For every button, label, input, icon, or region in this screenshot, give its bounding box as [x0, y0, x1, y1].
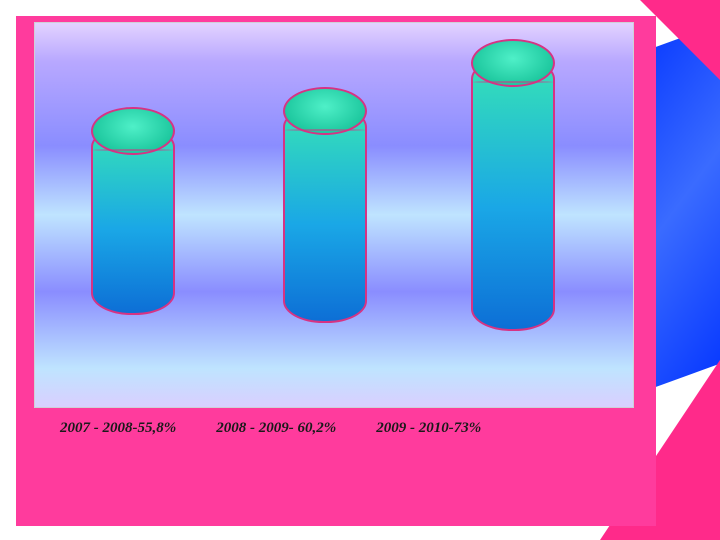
x-axis-labels: 2007 - 2008-55,8% 2008 - 2009- 60,2% 200… — [34, 414, 632, 442]
bar-cap-icon — [91, 107, 175, 155]
label-2009-2010: 2009 - 2010-73% — [376, 420, 481, 437]
content-panel: 2007 - 2008-55,8% 2008 - 2009- 60,2% 200… — [16, 16, 656, 526]
label-2008-2009: 2008 - 2009- 60,2% — [216, 420, 336, 437]
chart-area — [34, 22, 634, 408]
label-2007-2008: 2007 - 2008-55,8% — [60, 420, 176, 437]
bar-2007-2008 — [91, 125, 175, 315]
bar-2008-2009 — [283, 105, 367, 323]
slide-stage: 2007 - 2008-55,8% 2008 - 2009- 60,2% 200… — [0, 0, 720, 540]
bar-cap-icon — [471, 39, 555, 87]
bar-2009-2010 — [471, 57, 555, 331]
bar-cap-icon — [283, 87, 367, 135]
